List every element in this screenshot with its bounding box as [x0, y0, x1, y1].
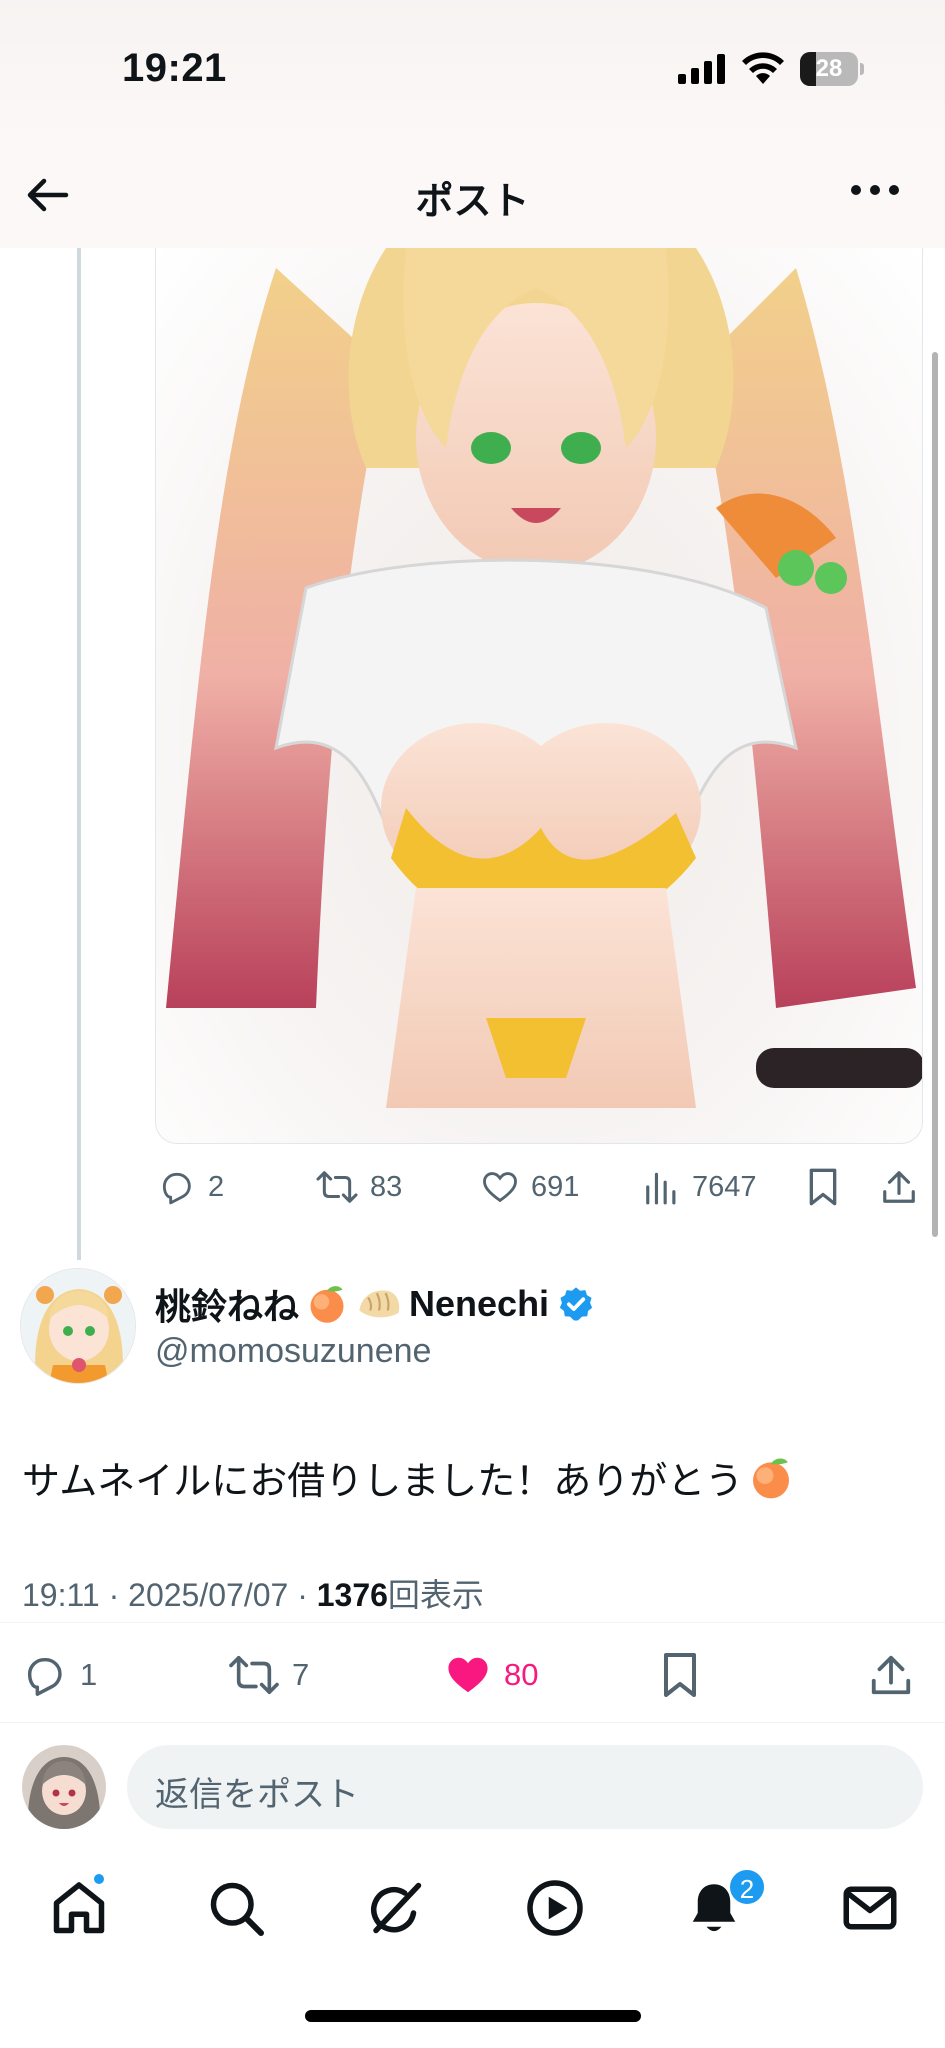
notifications-badge: 2 — [728, 1868, 766, 1906]
bookmark-icon — [809, 1168, 837, 1206]
bookmark-icon — [664, 1653, 696, 1697]
post-text-body: サムネイルにお借りしました！ありがとう — [22, 1461, 744, 1503]
cellular-signal-icon — [678, 54, 725, 84]
avatar-image — [21, 1269, 135, 1383]
like-button[interactable]: 80 — [444, 1652, 538, 1698]
repost-button[interactable]: 7 — [228, 1652, 309, 1698]
bookmark-button[interactable] — [660, 1651, 700, 1699]
post-actions: 1 7 80 — [0, 1648, 945, 1704]
reply-icon — [27, 1657, 62, 1696]
thread-line — [77, 248, 81, 1260]
search-icon[interactable] — [206, 1878, 266, 1938]
anime-illustration-image — [166, 248, 922, 1108]
current-user-avatar[interactable] — [22, 1745, 106, 1829]
author-name[interactable]: 桃鈴ねね Nenechi — [155, 1278, 595, 1330]
verified-badge-icon — [559, 1287, 593, 1321]
wifi-icon — [742, 52, 784, 84]
repost-icon — [229, 1655, 279, 1695]
reply-icon — [162, 1172, 191, 1205]
view-count: 7647 — [692, 1170, 757, 1203]
battery-icon: 28 — [800, 52, 864, 86]
divider — [0, 1622, 945, 1623]
reply-count: 2 — [208, 1170, 225, 1203]
home-icon[interactable] — [49, 1878, 109, 1938]
post-time: 19:11 — [22, 1577, 100, 1613]
display-name-suffix: Nenechi — [409, 1283, 550, 1324]
like-button[interactable]: 691 — [481, 1168, 579, 1206]
display-name: 桃鈴ねね — [155, 1286, 300, 1327]
share-button[interactable] — [868, 1651, 914, 1699]
reply-input[interactable]: 返信をポスト — [127, 1745, 923, 1829]
scrollbar[interactable] — [932, 352, 938, 1237]
share-icon — [871, 1655, 911, 1695]
like-count: 80 — [504, 1657, 539, 1692]
peach-emoji — [753, 1458, 790, 1498]
bookmark-button[interactable] — [806, 1167, 840, 1207]
like-count: 691 — [531, 1170, 580, 1203]
meta-separator: · — [297, 1577, 308, 1613]
home-unread-dot — [92, 1872, 106, 1886]
current-user-avatar-image — [22, 1745, 106, 1829]
peach-emoji — [310, 1286, 344, 1323]
share-button[interactable] — [880, 1167, 918, 1207]
repost-count: 83 — [370, 1170, 403, 1203]
page-title: ポスト — [415, 181, 530, 223]
post-view-count: 1376 — [316, 1577, 388, 1613]
parent-post-actions: 2 83 691 7647 — [0, 1165, 945, 1215]
battery-level: 28 — [815, 55, 843, 82]
heart-filled-icon — [448, 1657, 488, 1693]
reply-button[interactable]: 2 — [158, 1168, 224, 1206]
post-view-label: 回表示 — [387, 1577, 484, 1613]
status-bar: 19:21 28 — [0, 0, 945, 140]
dumpling-emoji — [359, 1290, 400, 1318]
share-icon — [883, 1171, 915, 1203]
post-date: 2025/07/07 — [128, 1577, 289, 1613]
messages-icon[interactable] — [840, 1878, 900, 1938]
reply-placeholder: 返信をポスト — [155, 1776, 359, 1814]
post-media-image[interactable] — [155, 248, 923, 1144]
post-header: ポスト — [0, 140, 945, 248]
home-indicator — [305, 2010, 641, 2022]
reply-button[interactable]: 1 — [22, 1652, 97, 1698]
analytics-icon — [646, 1172, 676, 1205]
avatar[interactable] — [20, 1268, 136, 1384]
author-handle[interactable]: @momosuzunene — [155, 1332, 431, 1371]
status-time: 19:21 — [122, 46, 227, 90]
heart-icon — [483, 1172, 517, 1203]
repost-count: 7 — [292, 1657, 310, 1692]
repost-icon — [316, 1171, 358, 1203]
post-meta: 19:11 · 2025/07/07 · 1376回表示 — [22, 1570, 484, 1616]
reply-count: 1 — [80, 1657, 98, 1692]
meta-separator: · — [108, 1577, 120, 1613]
more-horizontal-icon[interactable] — [850, 180, 900, 200]
repost-button[interactable]: 83 — [316, 1168, 402, 1206]
bottom-tab-bar — [0, 1850, 945, 1960]
grok-icon[interactable] — [366, 1878, 426, 1938]
post-text: サムネイルにお借りしました！ありがとう — [22, 1450, 795, 1505]
views-button[interactable]: 7647 — [644, 1168, 757, 1206]
divider — [0, 1722, 945, 1723]
video-icon[interactable] — [525, 1878, 585, 1938]
